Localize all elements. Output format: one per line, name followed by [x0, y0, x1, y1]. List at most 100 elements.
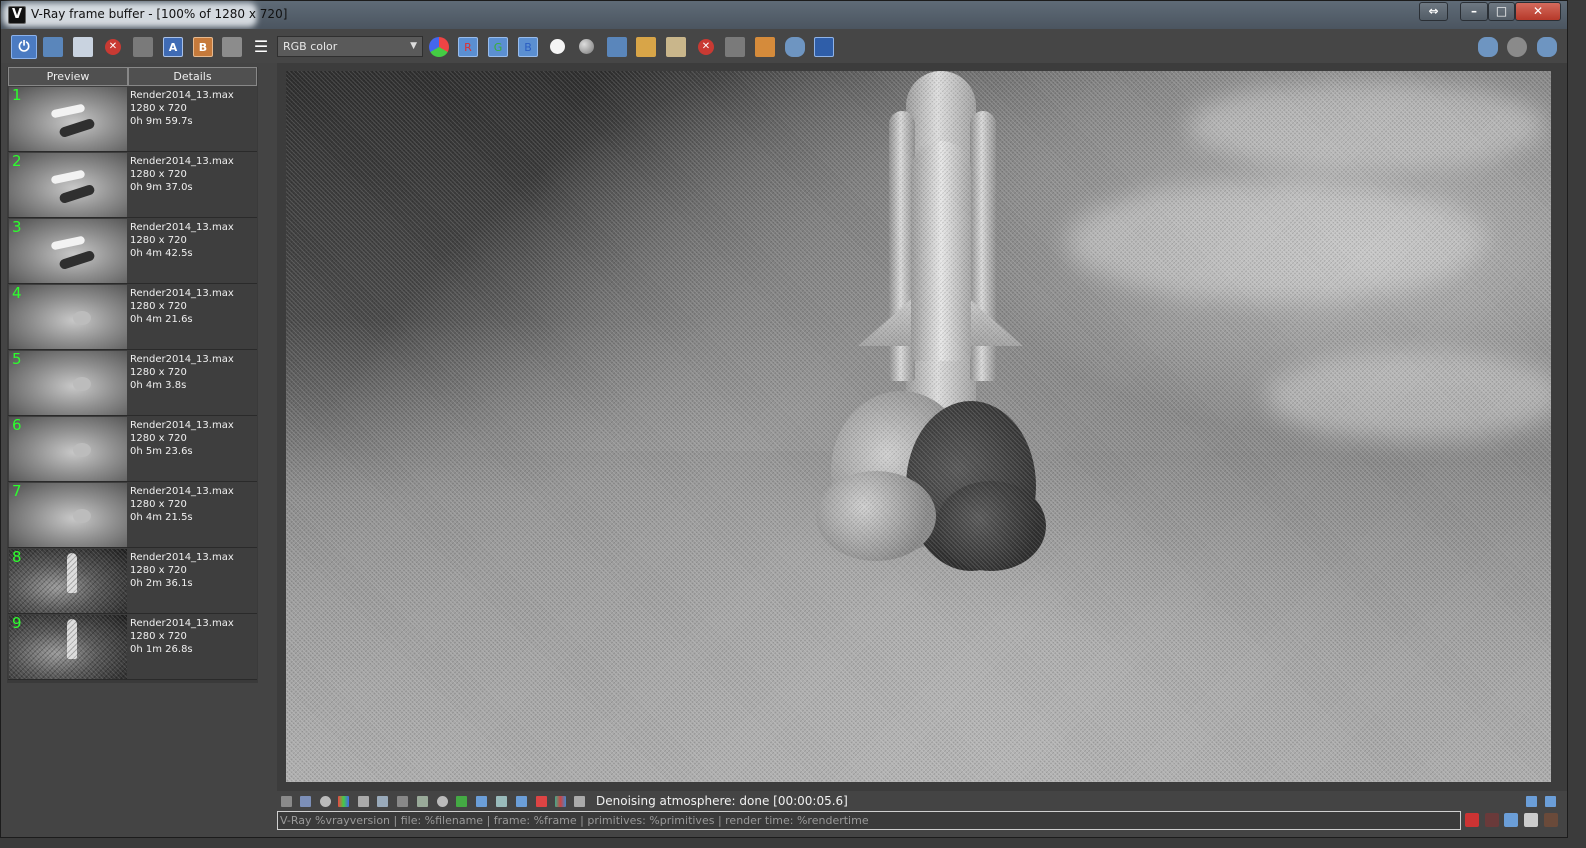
levels-icon[interactable] — [358, 796, 369, 807]
set-b-button[interactable]: B — [193, 37, 213, 57]
render-power-button[interactable]: ⏻ — [11, 35, 37, 59]
vray-logo-icon[interactable]: V — [8, 6, 26, 24]
history-resolution: 1280 x 720 — [130, 103, 187, 114]
layers-icon[interactable] — [300, 796, 311, 807]
close-button[interactable]: ✕ — [1515, 2, 1561, 21]
history-thumbnail — [9, 615, 127, 679]
history-item[interactable]: 6 Render2014_13.max 1280 x 720 0h 5m 23.… — [8, 416, 257, 482]
history-resolution: 1280 x 720 — [130, 235, 187, 246]
history-item[interactable]: 7 Render2014_13.max 1280 x 720 0h 4m 21.… — [8, 482, 257, 548]
history-number: 4 — [12, 284, 22, 302]
justify-icon[interactable] — [1504, 813, 1518, 827]
red-channel-toggle[interactable]: R — [458, 37, 478, 57]
stamp-icon[interactable] — [574, 796, 585, 807]
column-header-details[interactable]: Details — [128, 67, 257, 86]
teapot-icon[interactable] — [785, 37, 805, 57]
ocio-icon[interactable] — [516, 796, 527, 807]
history-details: Render2014_13.max 1280 x 720 0h 4m 21.6s — [130, 287, 234, 326]
region-render-icon[interactable] — [725, 37, 745, 57]
delete-icon[interactable]: ✕ — [698, 39, 714, 55]
stamp-color-icon[interactable] — [1465, 813, 1479, 827]
render-teapot-icon[interactable] — [1537, 37, 1557, 57]
swap-arrows-button[interactable]: ⇔ — [1419, 2, 1448, 21]
history-item[interactable]: 2 Render2014_13.max 1280 x 720 0h 9m 37.… — [8, 152, 257, 218]
image-info-icon[interactable] — [222, 37, 242, 57]
exposure-icon[interactable] — [437, 796, 448, 807]
open-folder-icon[interactable] — [636, 37, 656, 57]
history-number: 9 — [12, 614, 22, 632]
history-number: 8 — [12, 548, 22, 566]
history-toggle-icon[interactable] — [281, 796, 292, 807]
color-correction-icon[interactable] — [338, 796, 349, 807]
white-balance-icon[interactable] — [456, 796, 467, 807]
lens-effects-icon[interactable] — [555, 796, 566, 807]
curves-icon[interactable] — [377, 796, 388, 807]
track-mouse-icon[interactable] — [814, 37, 834, 57]
panel-toggle-icon[interactable] — [1526, 796, 1537, 807]
vfb-window: V V-Ray frame buffer - [100% of 1280 x 7… — [0, 0, 1568, 838]
percent-icon[interactable] — [1485, 813, 1499, 827]
info-icon[interactable] — [320, 796, 331, 807]
status-bar: Denoising atmosphere: done [00:00:05.6] — [277, 791, 1567, 811]
history-time: 0h 9m 37.0s — [130, 182, 193, 193]
blue-channel-toggle[interactable]: B — [518, 37, 538, 57]
history-time: 0h 1m 26.8s — [130, 644, 193, 655]
font-icon[interactable] — [1544, 813, 1558, 827]
minimize-button[interactable]: – — [1460, 2, 1488, 21]
compare-icon[interactable] — [536, 796, 547, 807]
history-item[interactable]: 9 Render2014_13.max 1280 x 720 0h 1m 26.… — [8, 614, 257, 680]
toolbar: ⏻ ✕ A B ☰ RGB color ▼ R G B ✕ — [1, 29, 1567, 63]
save-image-icon[interactable] — [43, 37, 63, 57]
set-a-button[interactable]: A — [163, 37, 183, 57]
history-file: Render2014_13.max — [130, 156, 234, 167]
hue-saturation-icon[interactable] — [476, 796, 487, 807]
sphere-icon[interactable] — [1507, 37, 1527, 57]
render-image[interactable] — [286, 71, 1551, 782]
render-interactive-icon[interactable] — [1478, 37, 1498, 57]
history-resolution: 1280 x 720 — [130, 433, 187, 444]
history-time: 0h 4m 42.5s — [130, 248, 193, 259]
column-header-preview[interactable]: Preview — [8, 67, 128, 86]
history-thumbnail — [9, 483, 127, 547]
history-time: 0h 9m 59.7s — [130, 116, 193, 127]
history-item[interactable]: 4 Render2014_13.max 1280 x 720 0h 4m 21.… — [8, 284, 257, 350]
history-item[interactable]: 5 Render2014_13.max 1280 x 720 0h 4m 3.8… — [8, 350, 257, 416]
lut-icon[interactable] — [496, 796, 507, 807]
history-time: 0h 5m 23.6s — [130, 446, 193, 457]
green-channel-toggle[interactable]: G — [488, 37, 508, 57]
history-details: Render2014_13.max 1280 x 720 0h 9m 59.7s — [130, 89, 234, 128]
load-image-icon[interactable] — [73, 37, 93, 57]
expand-icon[interactable] — [1545, 796, 1556, 807]
frame-icon[interactable] — [1524, 813, 1538, 827]
history-number: 5 — [12, 350, 22, 368]
channel-select[interactable]: RGB color ▼ — [277, 36, 423, 57]
history-time: 0h 4m 3.8s — [130, 380, 187, 391]
monochrome-icon[interactable] — [579, 39, 594, 54]
history-item[interactable]: 3 Render2014_13.max 1280 x 720 0h 4m 42.… — [8, 218, 257, 284]
history-details: Render2014_13.max 1280 x 720 0h 4m 21.5s — [130, 485, 234, 524]
desktop-background — [1568, 0, 1586, 848]
menu-icon[interactable]: ☰ — [251, 37, 271, 57]
bucket-pattern-icon[interactable] — [755, 37, 775, 57]
alpha-white-icon[interactable] — [550, 39, 565, 54]
title-bar[interactable]: V V-Ray frame buffer - [100% of 1280 x 7… — [1, 1, 1567, 29]
clipboard-icon[interactable] — [666, 37, 686, 57]
maximize-button[interactable]: □ — [1488, 2, 1515, 21]
stamp-text-field[interactable] — [277, 811, 1461, 830]
status-message: Denoising atmosphere: done [00:00:05.6] — [596, 794, 848, 808]
history-thumbnail — [9, 417, 127, 481]
save-disk-icon[interactable] — [607, 37, 627, 57]
history-thumbnail — [9, 219, 127, 283]
history-time: 0h 4m 21.6s — [130, 314, 193, 325]
history-item[interactable]: 1 Render2014_13.max 1280 x 720 0h 9m 59.… — [8, 86, 257, 152]
history-resolution: 1280 x 720 — [130, 169, 187, 180]
history-item[interactable]: 8 Render2014_13.max 1280 x 720 0h 2m 36.… — [8, 548, 257, 614]
history-thumbnail — [9, 285, 127, 349]
clear-image-icon[interactable]: ✕ — [105, 39, 121, 55]
compare-ab-icon[interactable] — [133, 37, 153, 57]
history-file: Render2014_13.max — [130, 618, 234, 629]
history-resolution: 1280 x 720 — [130, 301, 187, 312]
color-channels-icon[interactable] — [429, 37, 449, 57]
histogram-icon[interactable] — [397, 796, 408, 807]
background-image-icon[interactable] — [417, 796, 428, 807]
